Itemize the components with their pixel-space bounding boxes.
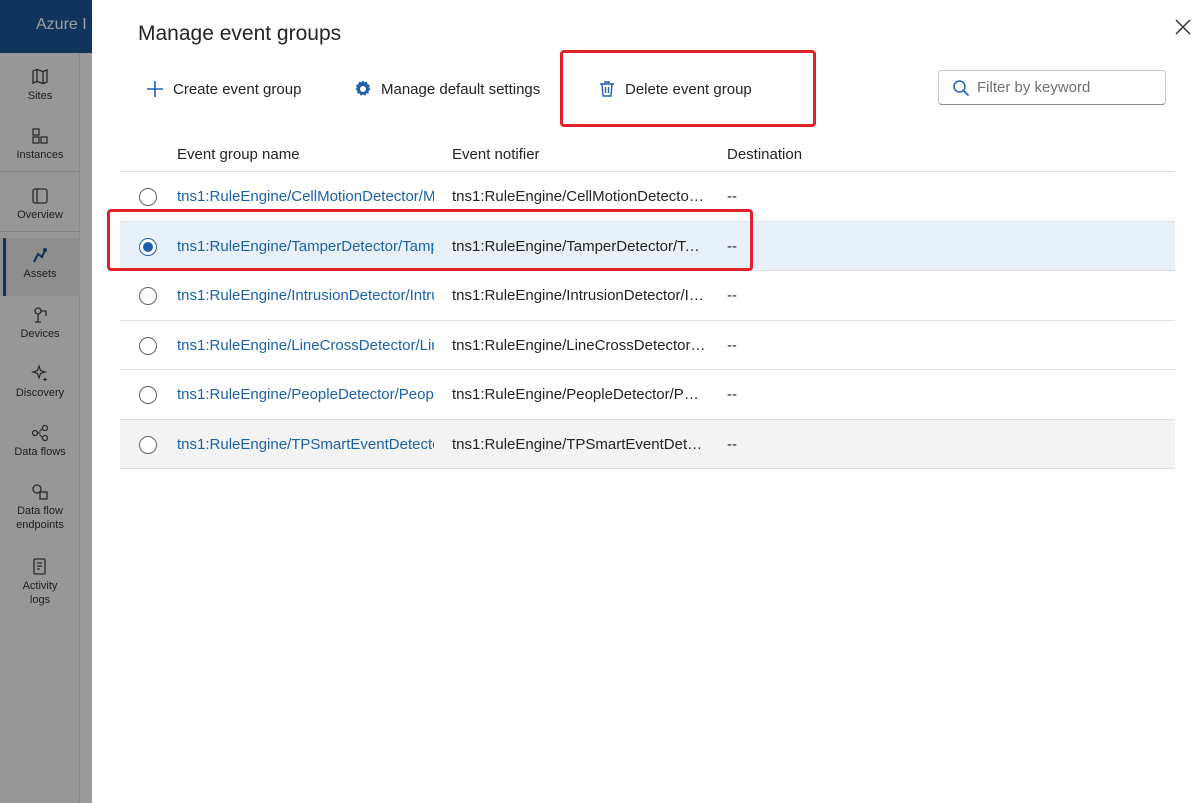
close-icon[interactable] (1172, 16, 1194, 38)
event-group-name-link[interactable]: tns1:RuleEngine/IntrusionDetector/Intrus… (177, 287, 434, 304)
row-radio[interactable] (139, 237, 157, 256)
column-header-destination[interactable]: Destination (727, 146, 802, 163)
destination-cell: -- (727, 386, 737, 403)
create-event-group-button[interactable]: Create event group (145, 76, 301, 102)
event-group-name-link[interactable]: tns1:RuleEngine/PeopleDetector/People (177, 386, 434, 403)
plus-icon (147, 81, 163, 97)
destination-cell: -- (727, 435, 737, 453)
event-group-name-link[interactable]: tns1:RuleEngine/LineCrossDetector/LineCr… (177, 337, 434, 354)
event-groups-table: Event group name Event notifier Destinat… (120, 130, 1175, 469)
modal-overlay[interactable] (0, 0, 92, 803)
table-row-selected[interactable]: tns1:RuleEngine/TamperDetector/Tamper tn… (120, 221, 1175, 271)
filter-input[interactable] (977, 79, 1157, 96)
column-header-event-group-name[interactable]: Event group name (177, 146, 300, 163)
table-row[interactable]: tns1:RuleEngine/TPSmartEventDetector/TPS… (120, 419, 1175, 469)
search-icon (953, 79, 970, 96)
destination-cell: -- (727, 287, 737, 304)
event-notifier-cell: tns1:RuleEngine/CellMotionDetector/Motio… (452, 188, 707, 205)
row-radio[interactable] (139, 386, 157, 404)
destination-cell: -- (727, 336, 737, 354)
table-row[interactable]: tns1:RuleEngine/LineCrossDetector/LineCr… (120, 321, 1175, 370)
event-group-name-link[interactable]: tns1:RuleEngine/TPSmartEventDetector/TPS… (177, 436, 434, 453)
event-notifier-cell: tns1:RuleEngine/TamperDetector/Tamper (452, 237, 707, 255)
trash-icon (600, 81, 614, 97)
table-row[interactable]: tns1:RuleEngine/PeopleDetector/People tn… (120, 370, 1175, 420)
row-radio[interactable] (139, 435, 157, 454)
table-row[interactable]: tns1:RuleEngine/IntrusionDetector/Intrus… (120, 271, 1175, 321)
manage-default-settings-button[interactable]: Manage default settings (353, 76, 540, 102)
destination-cell: -- (727, 237, 737, 255)
event-notifier-cell: tns1:RuleEngine/IntrusionDetector/Intrus… (452, 287, 707, 304)
table-row[interactable]: tns1:RuleEngine/CellMotionDetector/Motio… (120, 172, 1175, 222)
manage-default-settings-label: Manage default settings (381, 80, 541, 98)
manage-event-groups-panel: Manage event groups Create event group M… (92, 0, 1201, 803)
event-notifier-cell: tns1:RuleEngine/TPSmartEventDetector/TPS… (452, 435, 707, 453)
column-header-event-notifier[interactable]: Event notifier (452, 146, 540, 163)
page-title: Manage event groups (138, 22, 342, 45)
event-group-name-link[interactable]: tns1:RuleEngine/TamperDetector/Tamper (177, 238, 434, 255)
delete-event-group-button[interactable]: Delete event group (597, 76, 752, 102)
gear-icon (355, 80, 371, 96)
row-radio[interactable] (139, 287, 157, 305)
destination-cell: -- (727, 188, 737, 205)
event-notifier-cell: tns1:RuleEngine/LineCrossDetector/LineCr… (452, 336, 707, 354)
filter-box[interactable] (938, 70, 1166, 105)
table-header: Event group name Event notifier Destinat… (120, 130, 1175, 172)
delete-event-group-label: Delete event group (625, 80, 752, 98)
event-group-name-link[interactable]: tns1:RuleEngine/CellMotionDetector/Motio… (177, 188, 434, 205)
event-notifier-cell: tns1:RuleEngine/PeopleDetector/People (452, 386, 707, 403)
row-radio[interactable] (139, 336, 157, 355)
row-radio[interactable] (139, 188, 157, 206)
create-event-group-label: Create event group (173, 80, 302, 98)
